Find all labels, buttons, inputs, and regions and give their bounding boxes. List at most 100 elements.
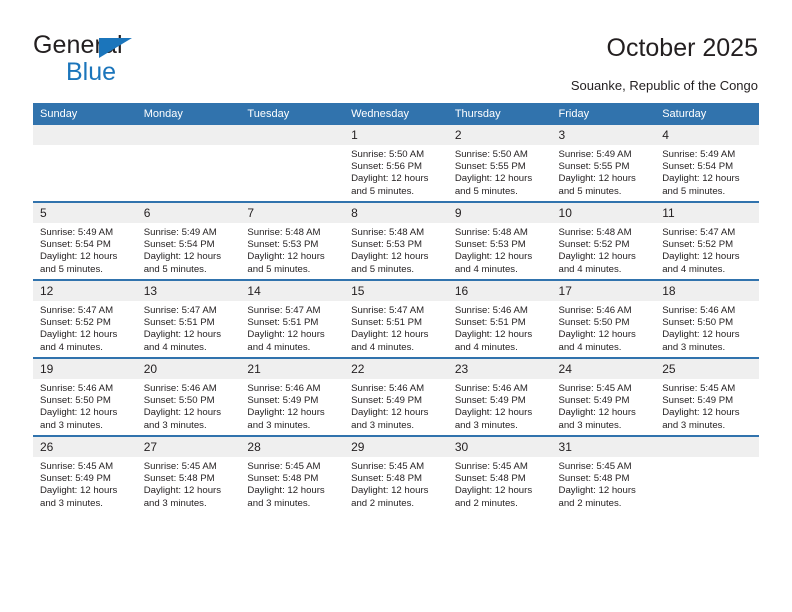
- day-details: Sunrise: 5:45 AM Sunset: 5:49 PM Daylight:…: [655, 379, 759, 432]
- day-details: Sunrise: 5:47 AM Sunset: 5:51 PM Daylight:…: [137, 301, 241, 354]
- calendar-day-cell[interactable]: 14 Sunrise: 5:47 AM Sunset: 5:51 PM Dayligh…: [240, 279, 345, 358]
- daylight-text-line1: Daylight: 12 hours: [351, 407, 429, 419]
- calendar-day-cell[interactable]: 7 Sunrise: 5:48 AM Sunset: 5:53 PM Daylight…: [240, 201, 345, 280]
- daylight-text-line2: and 3 minutes.: [662, 419, 726, 431]
- calendar-day-cell[interactable]: 9 Sunrise: 5:48 AM Sunset: 5:53 PM Daylight…: [447, 201, 552, 280]
- weekday-header-thursday: Thursday: [447, 103, 552, 125]
- calendar-day-cell[interactable]: 29 Sunrise: 5:45 AM Sunset: 5:48 PM Dayligh…: [344, 435, 448, 513]
- sunrise-text: Sunrise: 5:47 AM: [143, 305, 217, 316]
- daylight-text-line2: and 5 minutes.: [247, 263, 311, 275]
- sunrise-text: Sunrise: 5:48 AM: [558, 227, 632, 238]
- daylight-text-line2: and 2 minutes.: [351, 497, 415, 509]
- day-number: [240, 125, 345, 145]
- day-details: Sunrise: 5:47 AM Sunset: 5:52 PM Daylight:…: [655, 223, 759, 276]
- calendar-day-cell[interactable]: 21 Sunrise: 5:46 AM Sunset: 5:49 PM Dayligh…: [240, 357, 345, 436]
- calendar-day-cell[interactable]: 13 Sunrise: 5:47 AM Sunset: 5:51 PM Dayligh…: [136, 279, 241, 358]
- day-details: Sunrise: 5:47 AM Sunset: 5:51 PM Daylight:…: [344, 301, 448, 354]
- calendar-day-cell[interactable]: 3 Sunrise: 5:49 AM Sunset: 5:55 PM Daylight…: [551, 125, 656, 202]
- sunset-text: Sunset: 5:48 PM: [351, 473, 423, 485]
- sunset-text: Sunset: 5:49 PM: [662, 395, 734, 407]
- weekday-header-wednesday: Wednesday: [344, 103, 448, 125]
- sunset-text: Sunset: 5:54 PM: [143, 239, 215, 251]
- calendar-day-cell[interactable]: 12 Sunrise: 5:47 AM Sunset: 5:52 PM Dayligh…: [33, 279, 137, 358]
- day-number: 27: [136, 437, 241, 457]
- sunset-text: Sunset: 5:54 PM: [662, 161, 734, 173]
- daylight-text-line2: and 3 minutes.: [662, 341, 726, 353]
- calendar-day-cell[interactable]: 22 Sunrise: 5:46 AM Sunset: 5:49 PM Dayligh…: [344, 357, 448, 436]
- day-number: 28: [240, 437, 345, 457]
- daylight-text-line2: and 4 minutes.: [351, 341, 415, 353]
- daylight-text-line2: and 3 minutes.: [40, 497, 103, 509]
- sunrise-text: Sunrise: 5:49 AM: [40, 227, 114, 238]
- logo-text-blue: Blue: [66, 58, 117, 86]
- calendar-day-cell[interactable]: 24 Sunrise: 5:45 AM Sunset: 5:49 PM Dayligh…: [551, 357, 656, 436]
- sunrise-text: Sunrise: 5:48 AM: [351, 227, 425, 238]
- day-number: 2: [447, 125, 552, 145]
- sunrise-sunset-calendar: Sunday Monday Tuesday Wednesday Thursday…: [33, 103, 759, 513]
- day-details: Sunrise: 5:46 AM Sunset: 5:50 PM Daylight:…: [137, 379, 241, 432]
- calendar-day-cell[interactable]: 15 Sunrise: 5:47 AM Sunset: 5:51 PM Dayligh…: [344, 279, 448, 358]
- sunrise-text: Sunrise: 5:47 AM: [351, 305, 425, 316]
- calendar-day-cell-empty: [240, 125, 345, 202]
- calendar-day-cell[interactable]: 26 Sunrise: 5:45 AM Sunset: 5:49 PM Dayligh…: [33, 435, 137, 513]
- calendar-day-cell[interactable]: 6 Sunrise: 5:49 AM Sunset: 5:54 PM Daylight…: [136, 201, 241, 280]
- sunrise-text: Sunrise: 5:45 AM: [454, 461, 528, 472]
- daylight-text-line1: Daylight: 12 hours: [351, 173, 429, 185]
- calendar-day-cell[interactable]: 2 Sunrise: 5:50 AM Sunset: 5:55 PM Daylight…: [447, 125, 552, 202]
- general-blue-logo[interactable]: General Blue: [33, 33, 233, 86]
- calendar-day-cell[interactable]: 19 Sunrise: 5:46 AM Sunset: 5:50 PM Dayligh…: [33, 357, 137, 436]
- sunrise-text: Sunrise: 5:47 AM: [40, 305, 114, 316]
- calendar-day-cell[interactable]: 23 Sunrise: 5:46 AM Sunset: 5:49 PM Dayligh…: [447, 357, 552, 436]
- daylight-text-line1: Daylight: 12 hours: [40, 407, 118, 419]
- weekday-header-saturday: Saturday: [655, 103, 759, 125]
- calendar-day-cell[interactable]: 8 Sunrise: 5:48 AM Sunset: 5:53 PM Daylight…: [344, 201, 448, 280]
- day-details: Sunrise: 5:47 AM Sunset: 5:52 PM Daylight:…: [33, 301, 137, 354]
- daylight-text-line1: Daylight: 12 hours: [662, 173, 740, 185]
- daylight-text-line2: and 5 minutes.: [454, 185, 518, 197]
- daylight-text-line2: and 3 minutes.: [143, 497, 207, 509]
- calendar-day-cell[interactable]: 11 Sunrise: 5:47 AM Sunset: 5:52 PM Dayligh…: [655, 201, 759, 280]
- sunrise-text: Sunrise: 5:49 AM: [662, 149, 736, 160]
- calendar-day-cell[interactable]: 25 Sunrise: 5:45 AM Sunset: 5:49 PM Dayligh…: [655, 357, 759, 436]
- calendar-day-cell[interactable]: 27 Sunrise: 5:45 AM Sunset: 5:48 PM Dayligh…: [136, 435, 241, 513]
- day-details: Sunrise: 5:49 AM Sunset: 5:54 PM Daylight:…: [33, 223, 137, 276]
- sunrise-text: Sunrise: 5:46 AM: [454, 383, 528, 394]
- daylight-text-line2: and 3 minutes.: [558, 419, 622, 431]
- day-number: 19: [33, 359, 137, 379]
- day-number: 7: [240, 203, 345, 223]
- day-details: Sunrise: 5:47 AM Sunset: 5:51 PM Daylight:…: [240, 301, 344, 354]
- calendar-day-cell[interactable]: 1 Sunrise: 5:50 AM Sunset: 5:56 PM Daylight…: [344, 125, 448, 202]
- daylight-text-line1: Daylight: 12 hours: [40, 329, 118, 341]
- daylight-text-line1: Daylight: 12 hours: [454, 329, 533, 341]
- sunrise-text: Sunrise: 5:47 AM: [662, 227, 736, 238]
- day-details: Sunrise: 5:49 AM Sunset: 5:54 PM Daylight:…: [655, 145, 759, 198]
- daylight-text-line2: and 3 minutes.: [40, 419, 103, 431]
- calendar-day-cell[interactable]: 31 Sunrise: 5:45 AM Sunset: 5:48 PM Dayligh…: [551, 435, 656, 513]
- calendar-day-cell[interactable]: 18 Sunrise: 5:46 AM Sunset: 5:50 PM Dayligh…: [655, 279, 759, 358]
- calendar-day-cell[interactable]: 5 Sunrise: 5:49 AM Sunset: 5:54 PM Daylight…: [33, 201, 137, 280]
- sunrise-text: Sunrise: 5:45 AM: [40, 461, 114, 472]
- day-details: Sunrise: 5:45 AM Sunset: 5:48 PM Daylight:…: [448, 457, 552, 510]
- day-number: 17: [551, 281, 656, 301]
- daylight-text-line2: and 3 minutes.: [454, 419, 518, 431]
- calendar-day-cell[interactable]: 4 Sunrise: 5:49 AM Sunset: 5:54 PM Daylight…: [655, 125, 759, 202]
- sunset-text: Sunset: 5:49 PM: [351, 395, 423, 407]
- day-number: 31: [551, 437, 656, 457]
- daylight-text-line2: and 4 minutes.: [143, 341, 207, 353]
- day-number: 30: [447, 437, 552, 457]
- calendar-day-cell[interactable]: 20 Sunrise: 5:46 AM Sunset: 5:50 PM Dayligh…: [136, 357, 241, 436]
- daylight-text-line2: and 2 minutes.: [558, 497, 622, 509]
- day-details: Sunrise: 5:46 AM Sunset: 5:49 PM Daylight:…: [344, 379, 448, 432]
- calendar-day-cell[interactable]: 30 Sunrise: 5:45 AM Sunset: 5:48 PM Dayligh…: [447, 435, 552, 513]
- day-number: 23: [447, 359, 552, 379]
- day-number: 9: [447, 203, 552, 223]
- sunset-text: Sunset: 5:51 PM: [351, 317, 423, 329]
- sunset-text: Sunset: 5:49 PM: [40, 473, 111, 485]
- calendar-day-cell[interactable]: 16 Sunrise: 5:46 AM Sunset: 5:51 PM Dayligh…: [447, 279, 552, 358]
- sunset-text: Sunset: 5:54 PM: [40, 239, 111, 251]
- calendar-week-row: 12 Sunrise: 5:47 AM Sunset: 5:52 PM Dayligh…: [33, 279, 759, 358]
- calendar-day-cell[interactable]: 17 Sunrise: 5:46 AM Sunset: 5:50 PM Dayligh…: [551, 279, 656, 358]
- calendar-day-cell[interactable]: 28 Sunrise: 5:45 AM Sunset: 5:48 PM Dayligh…: [240, 435, 345, 513]
- calendar-day-cell[interactable]: 10 Sunrise: 5:48 AM Sunset: 5:52 PM Dayligh…: [551, 201, 656, 280]
- daylight-text-line1: Daylight: 12 hours: [143, 329, 222, 341]
